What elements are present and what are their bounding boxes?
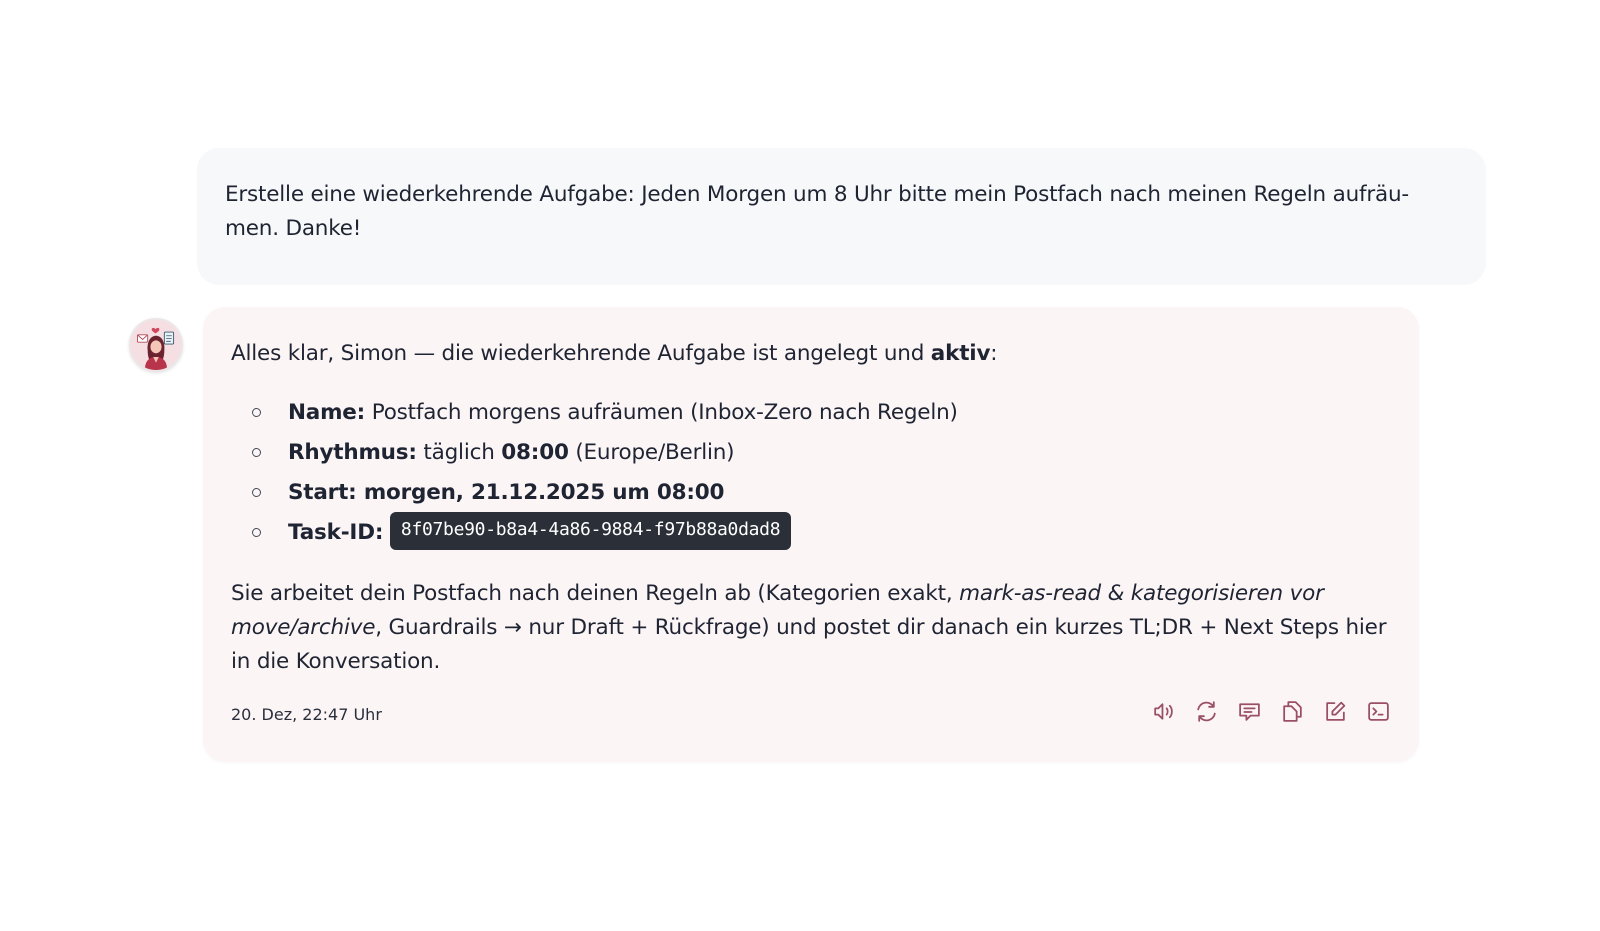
user-message-bubble: Erstelle eine wiederkehrende Aufgabe: Je… [197, 148, 1486, 285]
outro-italic-2: move/archive [231, 615, 376, 640]
user-message-line-1: Erstelle eine wiederkehrende Aufgabe: Je… [225, 182, 1409, 207]
intro-text: Alles klar, Simon — die wiederkehrende A… [231, 341, 931, 366]
bullet-icon [252, 448, 261, 457]
refresh-icon [1197, 701, 1216, 722]
read-aloud-button[interactable] [1151, 699, 1176, 724]
task-details-list: Name: Postfach morgens aufräumen (Inbox-… [231, 393, 958, 553]
regenerate-button[interactable] [1194, 699, 1219, 724]
bullet-icon [252, 408, 261, 417]
rhythm-suffix: (Europe/Berlin) [568, 440, 735, 465]
user-message-line-2: men. Danke! [225, 216, 362, 241]
outro-italic-1: mark-as-read & kategorisieren vor [959, 581, 1324, 606]
outro-text-2: , Guardrails → nur Draft + Rückfrage) un… [375, 615, 1387, 640]
copy-icon [1283, 701, 1302, 722]
envelope-icon [137, 334, 149, 343]
bullet-icon [252, 528, 261, 537]
list-item-rhythm: Rhythmus: täglich 08:00 (Europe/Berlin) [231, 433, 958, 473]
message-actions [1151, 699, 1391, 724]
code-button[interactable] [1366, 699, 1391, 724]
terminal-icon [1368, 702, 1389, 721]
feedback-button[interactable] [1237, 699, 1262, 724]
assistant-intro: Alles klar, Simon — die wiederkehrende A… [231, 337, 998, 371]
task-id-code: 8f07be90-b8a4-4a86-9884-f97b88a0dad8 [389, 512, 792, 550]
edit-icon [1326, 701, 1346, 721]
name-label: Name: [288, 400, 366, 425]
name-value: Postfach morgens aufräumen (Inbox-Zero n… [365, 400, 958, 425]
edit-button[interactable] [1323, 699, 1348, 724]
message-timestamp: 20. Dez, 22:47 Uhr [231, 705, 382, 724]
assistant-avatar [129, 318, 183, 372]
list-item-start: Start: morgen, 21.12.2025 um 08:00 [231, 473, 958, 513]
list-item-name: Name: Postfach morgens aufräumen (Inbox-… [231, 393, 958, 433]
speaker-icon [1154, 703, 1173, 720]
copy-button[interactable] [1280, 699, 1305, 724]
intro-suffix: : [990, 341, 998, 366]
start-text: Start: morgen, 21.12.2025 um 08:00 [288, 480, 725, 505]
list-item-task-id: Task-ID: 8f07be90-b8a4-4a86-9884-f97b88a… [231, 512, 958, 553]
outro-text-3: in die Konversation. [231, 649, 441, 674]
intro-bold: aktiv [930, 341, 991, 366]
rhythm-time: 08:00 [501, 440, 569, 465]
rhythm-label: Rhythmus: [288, 440, 417, 465]
assistant-message-bubble: Alles klar, Simon — die wiederkehrende A… [203, 307, 1419, 762]
bullet-icon [252, 488, 261, 497]
task-id-label: Task-ID: [288, 520, 384, 545]
comment-icon [1239, 703, 1260, 721]
outro-text-1: Sie arbeitet dein Postfach nach deinen R… [231, 581, 960, 606]
rhythm-prefix: täglich [416, 440, 502, 465]
assistant-outro: Sie arbeitet dein Postfach nach deinen R… [231, 577, 1391, 679]
clipboard-icon [163, 331, 175, 345]
